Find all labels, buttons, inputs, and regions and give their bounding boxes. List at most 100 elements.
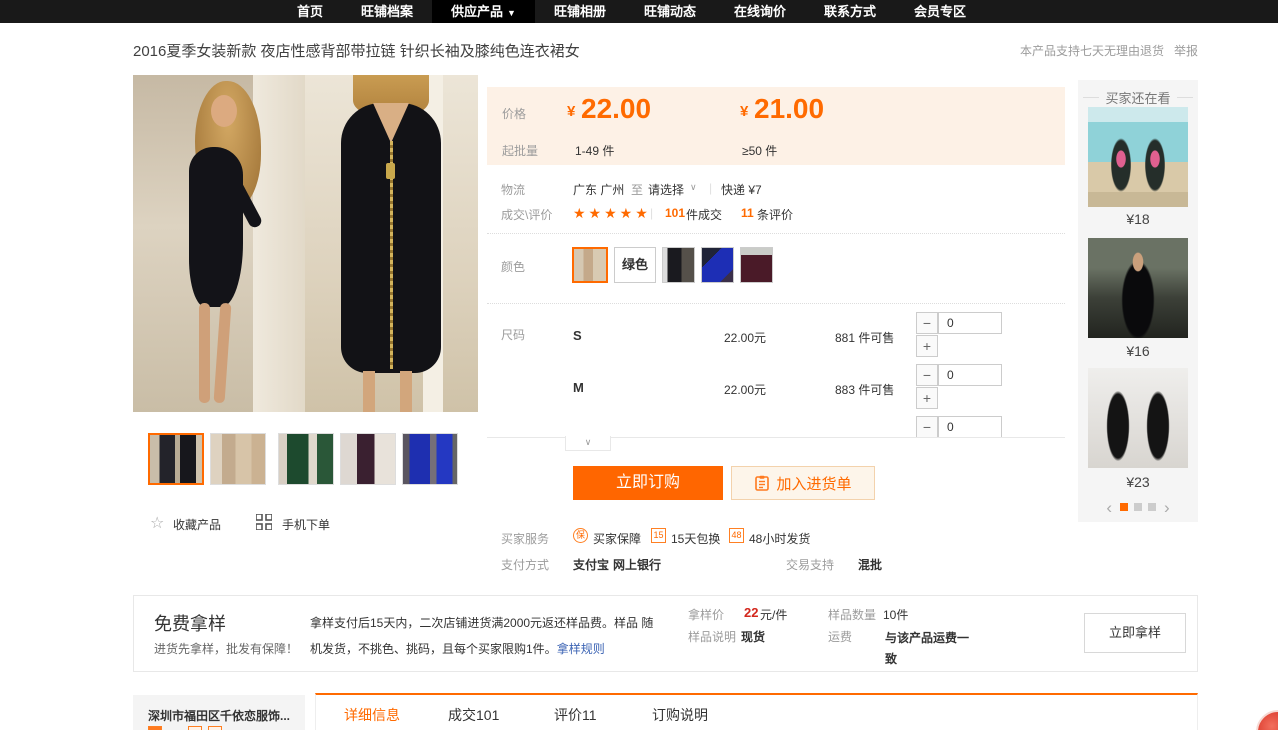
- nav-item-member[interactable]: 会员专区: [895, 0, 985, 23]
- model-leg: [199, 303, 210, 403]
- color-swatch-green[interactable]: 绿色: [614, 247, 656, 283]
- free-sample-subtitle: 进货先拿样，批发有保障！: [154, 640, 298, 657]
- qr-code-icon: [256, 514, 272, 530]
- sample-price-value: 22: [744, 605, 758, 620]
- related-item-black-swimsuit[interactable]: [1088, 238, 1188, 338]
- deal-count[interactable]: 101: [665, 206, 685, 220]
- pagination-next-icon[interactable]: ›: [1159, 498, 1175, 517]
- thumbnail-black-dress[interactable]: [148, 433, 204, 485]
- shop-info-box: 深圳市福田区千依恋服饰...: [133, 695, 305, 730]
- nav-item-inquiry[interactable]: 在线询价: [715, 0, 805, 23]
- shop-cert-icon: [208, 726, 222, 730]
- background-frame: [253, 75, 305, 412]
- destination-select[interactable]: 请选择: [648, 181, 684, 198]
- color-swatch-blue[interactable]: [701, 247, 734, 283]
- qty-plus-button[interactable]: +: [916, 335, 938, 357]
- tab-order-notes[interactable]: 订购说明: [652, 705, 708, 725]
- pagination-dot-1[interactable]: [1120, 503, 1128, 511]
- add-to-purchase-list-label: 加入进货单: [776, 473, 851, 494]
- related-item-black-dress[interactable]: [1088, 368, 1188, 468]
- express-fee: 快递 ¥7: [721, 181, 762, 198]
- pagination-dot-3[interactable]: [1148, 503, 1156, 511]
- nav-item-home[interactable]: 首页: [278, 0, 342, 23]
- qty-minus-button[interactable]: −: [916, 416, 938, 438]
- tab-detail-info[interactable]: 详细信息: [344, 705, 400, 725]
- color-swatch-beige[interactable]: [572, 247, 608, 283]
- sample-rules-text: 拿样支付后15天内，二次店铺进货满2000元返还样品费。样品 随机发货，不挑色、…: [310, 610, 655, 662]
- clipboard-icon: [754, 475, 770, 491]
- pagination-prev-icon[interactable]: ‹: [1101, 498, 1117, 517]
- qty-input-m[interactable]: [938, 364, 1002, 386]
- divider: [1177, 97, 1193, 98]
- divider: [487, 233, 1065, 234]
- floating-service-ball[interactable]: [1256, 710, 1278, 730]
- sample-rules-link[interactable]: 拿样规则: [557, 642, 605, 656]
- batch-label: 起批量: [502, 142, 538, 159]
- 15-day-badge-icon: 15: [651, 528, 666, 543]
- logistics-origin: 广东 广州: [573, 181, 624, 198]
- divider: |: [709, 181, 712, 195]
- sample-price-label: 拿样价: [688, 606, 724, 623]
- nav-item-album[interactable]: 旺铺相册: [535, 0, 625, 23]
- size-stock: 881 件可售: [835, 329, 894, 346]
- report-link[interactable]: 举报: [1174, 42, 1198, 59]
- favorite-product-link[interactable]: 收藏产品: [173, 516, 221, 533]
- detail-tabbar: 详细信息 成交101 评价11 订购说明: [315, 693, 1198, 730]
- nav-item-updates[interactable]: 旺铺动态: [625, 0, 715, 23]
- qty-input-l[interactable]: [938, 416, 1002, 438]
- review-count[interactable]: 11: [741, 206, 754, 220]
- payment-method-label: 支付方式: [501, 556, 549, 573]
- divider: [1083, 97, 1099, 98]
- sample-desc-line1: 拿样支付后15天内，二次店铺进货满2000元返还样品费。样品: [310, 616, 638, 630]
- review-count-unit: 条评价: [757, 206, 793, 223]
- shop-name-link[interactable]: 深圳市福田区千依恋服饰...: [148, 707, 290, 724]
- color-swatch-black[interactable]: [662, 247, 695, 283]
- size-label: 尺码: [501, 326, 525, 343]
- mobile-order-link[interactable]: 手机下单: [282, 516, 330, 533]
- thumbnail-beige-dress[interactable]: [210, 433, 266, 485]
- deal-count-unit: 件成交: [686, 206, 722, 223]
- nav-item-contact[interactable]: 联系方式: [805, 0, 895, 23]
- shop-cert-icon: [148, 726, 162, 730]
- payment-alipay: 支付宝: [573, 556, 609, 573]
- related-price: ¥18: [1078, 211, 1198, 227]
- related-price: ¥23: [1078, 474, 1198, 490]
- tab-deals[interactable]: 成交101: [448, 705, 499, 725]
- main-image-back-view: [305, 75, 478, 412]
- model-leg: [214, 303, 232, 404]
- thumbnail-blue-dress[interactable]: [402, 433, 458, 485]
- related-products-sidebar: 买家还在看 ¥18 ¥16 ¥23 ‹›: [1078, 80, 1198, 522]
- thumbnail-wine-dress[interactable]: [340, 433, 396, 485]
- get-sample-button[interactable]: 立即拿样: [1084, 613, 1186, 653]
- qty-minus-button[interactable]: −: [916, 312, 938, 334]
- price-tier-2: 21.00: [754, 93, 824, 125]
- model-leg: [400, 371, 412, 412]
- select-chevron-icon[interactable]: ∨: [690, 182, 697, 193]
- guarantee-badge-icon: 保: [573, 528, 588, 543]
- favorite-star-icon[interactable]: ☆: [150, 513, 164, 533]
- nav-item-shop-profile[interactable]: 旺铺档案: [342, 0, 432, 23]
- sample-freight-label: 运费: [828, 628, 852, 645]
- tab-reviews[interactable]: 评价11: [554, 705, 597, 725]
- sku-list: S 22.00元 881 件可售 − + M 22.00元 883 件可售 − …: [487, 303, 1065, 438]
- color-swatch-wine[interactable]: [740, 247, 773, 283]
- nav-item-products[interactable]: 供应产品▼: [432, 0, 535, 23]
- color-label: 颜色: [501, 258, 525, 275]
- related-title: 买家还在看: [1105, 88, 1170, 107]
- related-item-floral-swimsuit[interactable]: [1088, 107, 1188, 207]
- qty-plus-button[interactable]: +: [916, 387, 938, 409]
- add-to-purchase-list-button[interactable]: 加入进货单: [731, 466, 875, 500]
- expand-sizes-button[interactable]: ∨: [565, 436, 611, 451]
- top-navbar: 首页 旺铺档案 供应产品▼ 旺铺相册 旺铺动态 在线询价 联系方式 会员专区: [0, 0, 1278, 23]
- qty-minus-button[interactable]: −: [916, 364, 938, 386]
- size-name: S: [573, 328, 582, 343]
- qty-input-s[interactable]: [938, 312, 1002, 334]
- product-main-image[interactable]: [133, 75, 478, 412]
- payment-online-bank: 网上银行: [613, 556, 661, 573]
- order-now-button[interactable]: 立即订购: [573, 466, 723, 500]
- pagination-dot-2[interactable]: [1134, 503, 1142, 511]
- page-title: 2016夏季女装新款 夜店性感背部带拉链 针织长袖及膝纯色连衣裙女: [133, 40, 580, 61]
- return-policy-text: 本产品支持七天无理由退货: [1020, 42, 1164, 59]
- black-dress-front: [189, 147, 243, 307]
- thumbnail-green-dress[interactable]: [278, 433, 334, 485]
